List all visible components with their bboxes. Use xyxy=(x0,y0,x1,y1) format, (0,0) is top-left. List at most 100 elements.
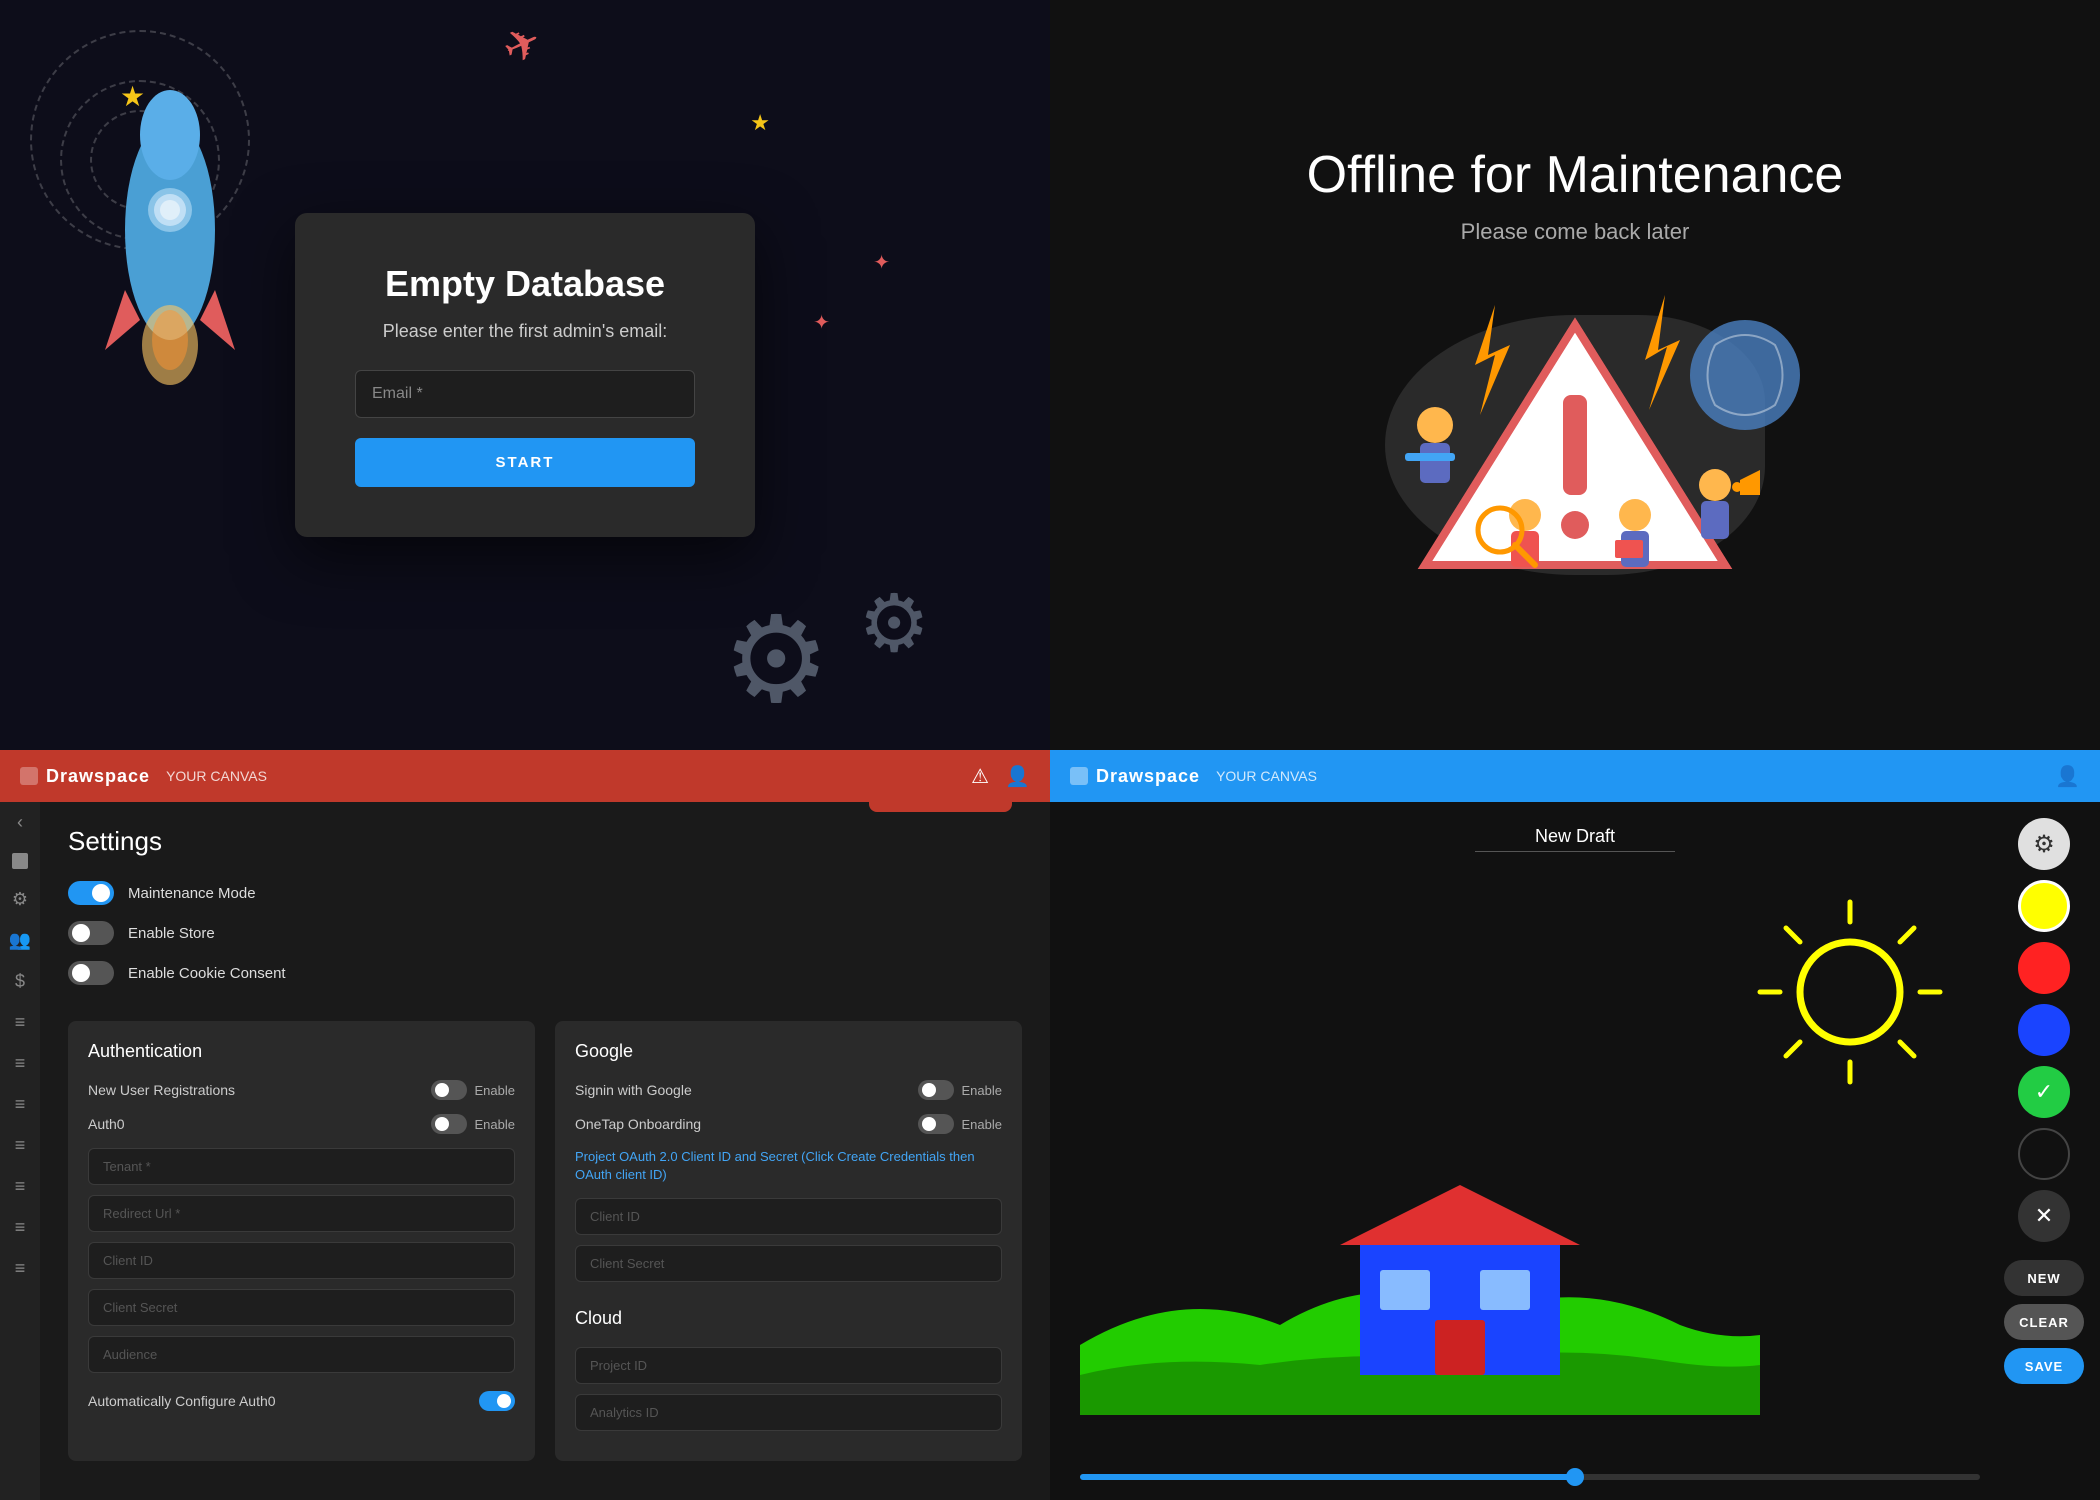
enable-label-1: Enable xyxy=(475,1083,515,1098)
auth-heading: Authentication xyxy=(88,1041,515,1062)
sidebar-icon-collapse[interactable]: ‹ xyxy=(17,812,23,833)
toggle-cookie: Enable Cookie Consent xyxy=(68,961,286,985)
sidebar-icon-users[interactable]: 👥 xyxy=(9,930,31,951)
analytics-id-input[interactable] xyxy=(575,1394,1002,1431)
toggle-knob-8 xyxy=(922,1117,936,1131)
start-button[interactable]: START xyxy=(355,438,695,487)
warning-svg xyxy=(1325,285,1825,605)
house-svg xyxy=(1080,1165,1760,1415)
color-green[interactable]: ✓ xyxy=(2018,1066,2070,1118)
onetap-toggle[interactable] xyxy=(918,1114,954,1134)
modal-subtitle: Please enter the first admin's email: xyxy=(355,321,695,342)
sidebar-icon-list-5[interactable]: ≡ xyxy=(15,1176,26,1197)
maintenance-toggle[interactable] xyxy=(68,881,114,905)
star-3: ★ xyxy=(750,110,770,136)
auto-configure-label: Automatically Configure Auth0 xyxy=(88,1393,276,1409)
email-field[interactable] xyxy=(355,370,695,418)
save-button[interactable]: SAVE xyxy=(2004,1348,2084,1384)
sidebar-icon-list-6[interactable]: ≡ xyxy=(15,1217,26,1238)
auth0-label: Auth0 xyxy=(88,1116,125,1132)
maintenance-label: Maintenance Mode xyxy=(128,885,256,902)
topbar-settings: Drawspace YOUR CANVAS ⚠ 👤 xyxy=(0,750,1050,802)
right-toolbar: ⚙ ✓ ✕ NEW CLEAR SAVE xyxy=(2004,818,2084,1384)
star-pink-2: ✦ xyxy=(813,310,830,335)
enable-label-3: Enable xyxy=(962,1083,1002,1098)
toggle-knob-7 xyxy=(922,1083,936,1097)
settings-content: Settings Maintenance Mode Enable Store xyxy=(40,802,1050,1500)
google-client-id-input[interactable] xyxy=(575,1198,1002,1235)
tenant-input[interactable] xyxy=(88,1148,515,1185)
cookie-toggle[interactable] xyxy=(68,961,114,985)
tool-settings-button[interactable]: ⚙ xyxy=(2018,818,2070,870)
color-red[interactable] xyxy=(2018,942,2070,994)
google-card: Google Signin with Google Enable OneTap … xyxy=(555,1021,1022,1461)
auto-configure-toggle[interactable] xyxy=(479,1391,515,1411)
panel-empty-database: ★ ★ ★ ✦ ✦ ✈ ⚙ ⚙ Empty Database Please xyxy=(0,0,1050,750)
offline-button[interactable]: Offline xyxy=(869,802,1012,812)
toggle-knob-4 xyxy=(435,1083,449,1097)
redirect-url-input[interactable] xyxy=(88,1195,515,1232)
onetap-row: OneTap Onboarding Enable xyxy=(575,1114,1002,1134)
google-heading: Google xyxy=(575,1041,1002,1062)
topbar-canvas-settings: YOUR CANVAS xyxy=(166,768,267,784)
toggle-store: Enable Store xyxy=(68,921,286,945)
oauth-link-text[interactable]: Project OAuth 2.0 Client ID and Secret (… xyxy=(575,1148,1002,1184)
settings-layout: ‹ ⚙ 👥 $ ≡ ≡ ≡ ≡ ≡ ≡ ≡ Settings xyxy=(0,802,1050,1500)
signin-google-row: Signin with Google Enable xyxy=(575,1080,1002,1100)
toggle-knob-5 xyxy=(435,1117,449,1131)
new-user-reg-label: New User Registrations xyxy=(88,1082,235,1098)
topbar-canvas-label: YOUR CANVAS xyxy=(1216,768,1317,784)
toggle-knob-2 xyxy=(72,924,90,942)
maintenance-illustration xyxy=(1325,285,1825,605)
color-yellow[interactable] xyxy=(2018,880,2070,932)
toggle-knob xyxy=(92,884,110,902)
action-buttons: NEW CLEAR SAVE xyxy=(2004,1260,2084,1384)
sidebar-icon-block[interactable] xyxy=(12,853,28,869)
eraser-tool[interactable]: ✕ xyxy=(2018,1190,2070,1242)
color-blue[interactable] xyxy=(2018,1004,2070,1056)
house-drawing xyxy=(1080,1165,1990,1420)
sidebar-icon-list-3[interactable]: ≡ xyxy=(15,1094,26,1115)
clear-button[interactable]: CLEAR xyxy=(2004,1304,2084,1340)
logo-icon-canvas xyxy=(1070,767,1088,785)
sun-drawing xyxy=(1750,892,1950,1097)
cookie-label: Enable Cookie Consent xyxy=(128,965,286,982)
auth0-client-secret-input[interactable] xyxy=(88,1289,515,1326)
topbar-logo-canvas: Drawspace xyxy=(1096,766,1200,787)
store-toggle[interactable] xyxy=(68,921,114,945)
sidebar-icon-gear[interactable]: ⚙ xyxy=(12,889,28,910)
maintenance-title: Offline for Maintenance xyxy=(1307,145,1844,205)
settings-section-grid: Authentication New User Registrations En… xyxy=(68,1021,1022,1461)
color-black[interactable] xyxy=(2018,1128,2070,1180)
new-user-reg-toggle[interactable] xyxy=(431,1080,467,1100)
audience-input[interactable] xyxy=(88,1336,515,1373)
canvas-title-input[interactable] xyxy=(1475,822,1675,852)
sidebar-icon-list-1[interactable]: ≡ xyxy=(15,1012,26,1033)
sidebar-icon-list-7[interactable]: ≡ xyxy=(15,1258,26,1279)
sidebar-icons: ‹ ⚙ 👥 $ ≡ ≡ ≡ ≡ ≡ ≡ ≡ xyxy=(0,802,40,1500)
topbar-icons-settings: ⚠ 👤 xyxy=(971,764,1030,789)
toggle-knob-3 xyxy=(72,964,90,982)
panel-maintenance: Offline for Maintenance Please come back… xyxy=(1050,0,2100,750)
sidebar-icon-list-2[interactable]: ≡ xyxy=(15,1053,26,1074)
auth0-client-id-input[interactable] xyxy=(88,1242,515,1279)
project-id-input[interactable] xyxy=(575,1347,1002,1384)
rocket-illustration xyxy=(70,70,270,395)
signin-google-toggle[interactable] xyxy=(918,1080,954,1100)
canvas-drawing-area[interactable]: ⚙ ✓ ✕ NEW CLEAR SAVE xyxy=(1050,802,2100,1500)
topbar-canvas: Drawspace YOUR CANVAS 👤 xyxy=(1050,750,2100,802)
gear-icon-2: ⚙ xyxy=(858,577,930,670)
new-button[interactable]: NEW xyxy=(2004,1260,2084,1296)
google-client-secret-input[interactable] xyxy=(575,1245,1002,1282)
sidebar-icon-list-4[interactable]: ≡ xyxy=(15,1135,26,1156)
empty-database-modal: Empty Database Please enter the first ad… xyxy=(295,213,755,537)
sun-svg xyxy=(1750,892,1950,1092)
sidebar-icon-dollar[interactable]: $ xyxy=(15,971,25,992)
gear-icon-1: ⚙ xyxy=(722,591,830,730)
logo-icon-settings xyxy=(20,767,38,785)
topbar-logo-settings: Drawspace xyxy=(46,766,150,787)
new-user-reg-row: New User Registrations Enable xyxy=(88,1080,515,1100)
auth0-row: Auth0 Enable xyxy=(88,1114,515,1134)
store-label: Enable Store xyxy=(128,925,215,942)
auth0-toggle[interactable] xyxy=(431,1114,467,1134)
